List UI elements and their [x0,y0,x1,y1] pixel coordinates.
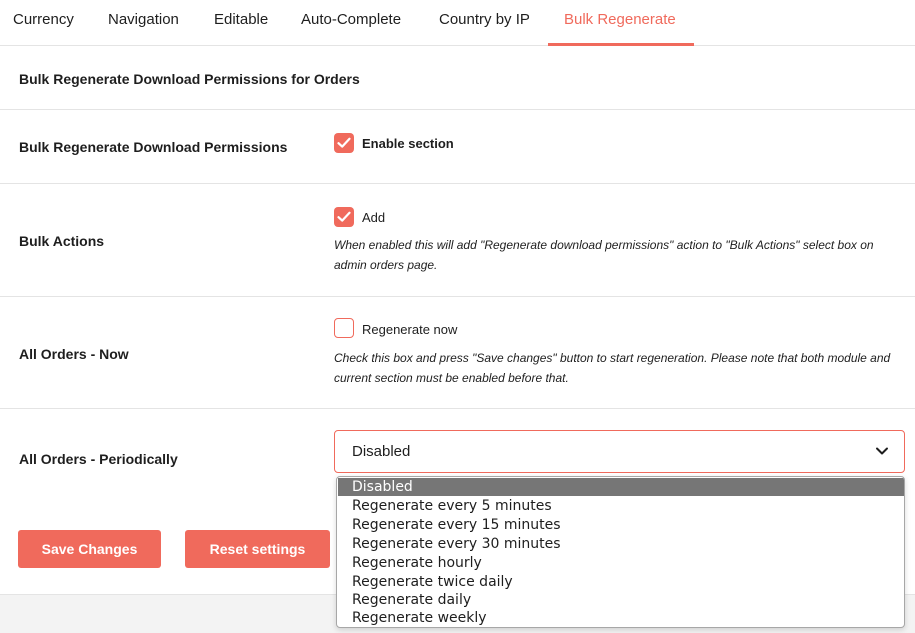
dropdown-option[interactable]: Regenerate hourly [338,554,904,572]
divider [0,296,915,297]
tab-navigation[interactable]: Navigation [108,0,179,46]
dropdown-option[interactable]: Regenerate twice daily [338,573,904,591]
active-tab-indicator [548,43,694,46]
regenerate-now-label[interactable]: Regenerate now [362,322,457,337]
dropdown-option[interactable]: Regenerate weekly [338,609,904,627]
divider [0,408,915,409]
tab-auto-complete[interactable]: Auto-Complete [301,0,401,46]
settings-tabs: Currency Navigation Editable Auto-Comple… [0,0,915,46]
bulk-actions-add-checkbox[interactable] [334,207,354,227]
checkmark-icon [337,211,351,222]
dropdown-option[interactable]: Disabled [338,478,904,496]
regenerate-now-description: Check this box and press "Save changes" … [334,351,891,385]
dropdown-option[interactable]: Regenerate every 5 minutes [338,497,904,515]
tab-bulk-regenerate[interactable]: Bulk Regenerate [564,0,676,46]
regenerate-now-checkbox[interactable] [334,318,354,338]
divider [0,109,915,110]
checkmark-icon [337,137,351,148]
all-orders-now-row-label: All Orders - Now [19,346,129,362]
dropdown-option[interactable]: Regenerate every 15 minutes [338,516,904,534]
tab-currency[interactable]: Currency [13,0,74,46]
reset-settings-button[interactable]: Reset settings [185,530,330,568]
bulk-actions-description: When enabled this will add "Regenerate d… [334,238,874,272]
periodic-schedule-dropdown: Disabled Regenerate every 5 minutes Rege… [336,476,905,628]
bulk-actions-row-label: Bulk Actions [19,233,105,249]
bulk-actions-add-label[interactable]: Add [362,210,385,225]
save-changes-button[interactable]: Save Changes [18,530,161,568]
section-title: Bulk Regenerate Download Permissions for… [19,71,360,87]
enable-section-checkbox[interactable] [334,133,354,153]
all-orders-periodically-row-label: All Orders - Periodically [19,451,178,467]
chevron-down-icon [876,447,888,455]
dropdown-option[interactable]: Regenerate every 30 minutes [338,535,904,553]
enable-section-label[interactable]: Enable section [362,136,454,151]
tab-country-by-ip[interactable]: Country by IP [439,0,530,46]
periodic-schedule-select[interactable]: Disabled [334,430,905,473]
enable-section-row-label: Bulk Regenerate Download Permissions [19,139,288,155]
divider [0,183,915,184]
periodic-schedule-selected-value: Disabled [352,443,411,460]
dropdown-option[interactable]: Regenerate daily [338,591,904,609]
tab-editable[interactable]: Editable [214,0,268,46]
